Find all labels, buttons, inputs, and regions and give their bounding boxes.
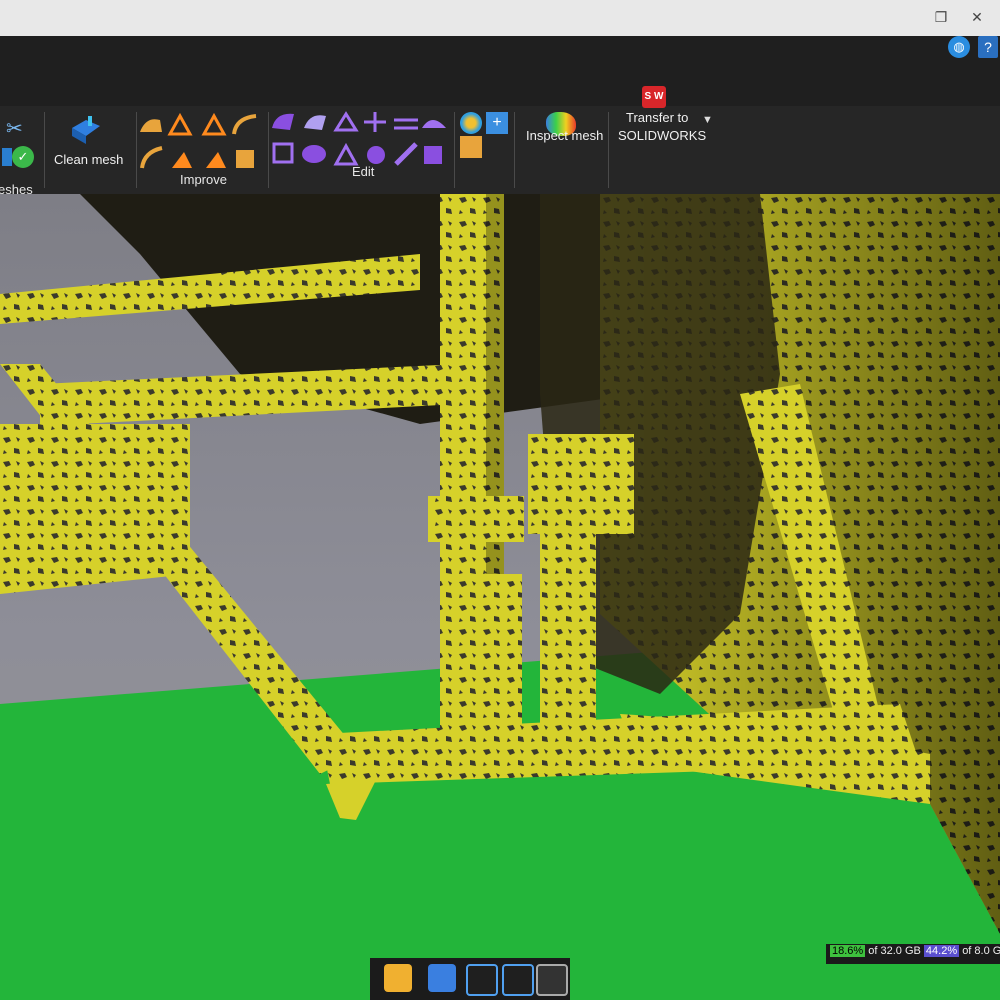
improve-tools-icons[interactable] bbox=[138, 112, 266, 174]
ribbon-group-view: + bbox=[456, 106, 512, 194]
ribbon-group-improve: Improve bbox=[138, 106, 266, 194]
transfer-label-line2: SOLIDWORKS bbox=[618, 128, 707, 143]
folder-icon[interactable] bbox=[384, 964, 412, 992]
ram-total: of 32.0 GB bbox=[868, 945, 921, 957]
transfer-label-line1: Transfer to bbox=[626, 110, 689, 125]
transfer-solidworks-button[interactable]: S W Transfer to SOLIDWORKS ▼ bbox=[610, 86, 720, 194]
app-icon[interactable] bbox=[428, 964, 456, 992]
add-icon[interactable]: + bbox=[486, 112, 508, 134]
ribbon-toolbar: ✂ ✓ eshes Clean mesh Improve Edit + Insp… bbox=[0, 86, 1000, 197]
box-icon[interactable] bbox=[460, 136, 482, 158]
help-button[interactable]: ? bbox=[978, 36, 998, 58]
restore-icon[interactable]: ❐ bbox=[930, 6, 952, 28]
scanned-mesh-scene bbox=[0, 194, 1000, 1000]
scissors-icon[interactable]: ✂ bbox=[6, 116, 28, 140]
cube-icon[interactable] bbox=[466, 964, 498, 996]
sphere-icon[interactable] bbox=[460, 112, 482, 134]
clean-mesh-icon bbox=[72, 116, 100, 144]
chevron-down-icon[interactable]: ▼ bbox=[702, 114, 724, 136]
ribbon-group-edit: Edit bbox=[270, 106, 452, 194]
ribbon-group-label: Edit bbox=[352, 164, 375, 179]
w-icon[interactable] bbox=[536, 964, 568, 996]
3d-viewport[interactable] bbox=[0, 194, 1000, 1000]
chart-icon[interactable] bbox=[502, 964, 534, 996]
taskbar bbox=[370, 958, 570, 1000]
ribbon-group-meshes: ✂ ✓ eshes bbox=[0, 106, 42, 197]
clean-mesh-label: Clean mesh bbox=[54, 152, 124, 167]
clean-mesh-button[interactable]: Clean mesh bbox=[48, 106, 132, 194]
ram-usage: 18.6% bbox=[830, 945, 866, 957]
check-icon[interactable]: ✓ bbox=[12, 146, 34, 168]
gpu-usage: 44.2% bbox=[923, 945, 960, 957]
window-title-bar: ❐ ✕ bbox=[0, 0, 1000, 36]
header-band bbox=[0, 36, 1000, 106]
mesh-icon[interactable] bbox=[2, 148, 12, 166]
close-icon[interactable]: ✕ bbox=[966, 6, 988, 28]
edit-tools-icons[interactable] bbox=[270, 110, 452, 168]
gpu-total: of 8.0 GB ( bbox=[962, 945, 1000, 957]
memory-status: 18.6% of 32.0 GB 44.2% of 8.0 GB ( bbox=[826, 944, 1000, 964]
solidworks-icon: S W bbox=[642, 86, 666, 108]
inspect-mesh-label: Inspect mesh bbox=[526, 128, 604, 143]
globe-icon[interactable]: ◍ bbox=[948, 36, 970, 58]
inspect-mesh-button[interactable]: Inspect mesh bbox=[516, 106, 606, 194]
ribbon-group-label: Improve bbox=[180, 172, 227, 187]
